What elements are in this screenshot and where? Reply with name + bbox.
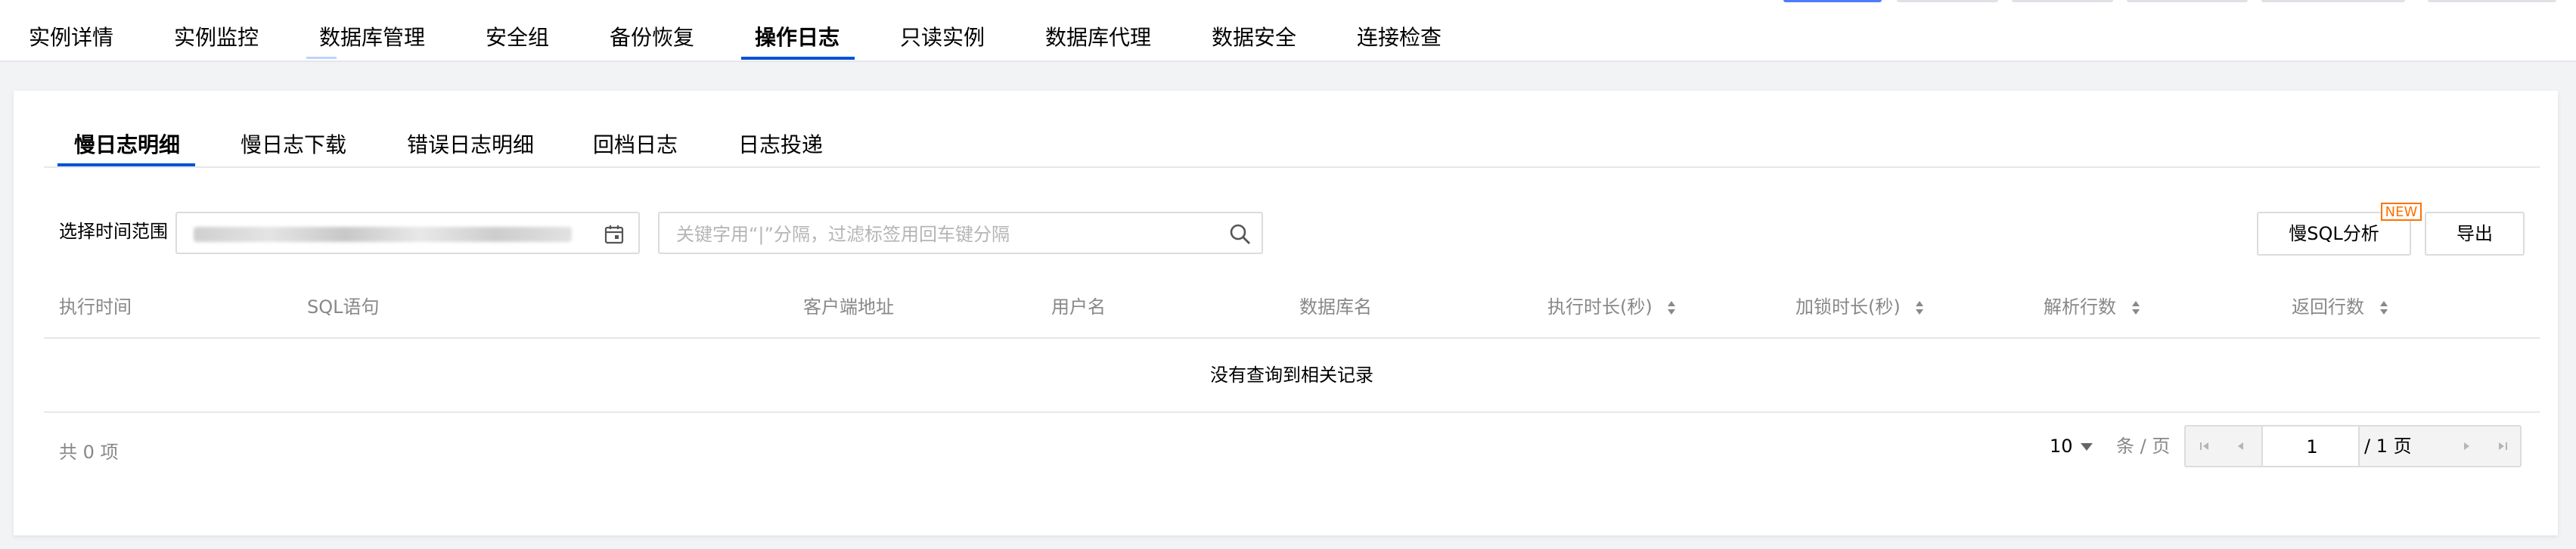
sort-icon[interactable] [1667, 299, 1676, 316]
chevron-down-icon [2080, 443, 2093, 451]
column-header-lock-time[interactable]: 加锁时长(秒) [1795, 293, 1924, 321]
keyword-search-box[interactable] [658, 212, 1263, 254]
toolbar-button-stub[interactable] [1783, 0, 1882, 2]
sort-icon[interactable] [2131, 299, 2140, 316]
column-header-exec-time: 执行时间 [59, 296, 132, 318]
sort-icon[interactable] [2379, 299, 2388, 316]
last-page-button[interactable] [2484, 426, 2522, 466]
pager: / 1 页 [2184, 425, 2522, 467]
tab-operation-log[interactable]: 操作日志 [755, 23, 840, 53]
column-header-query-time[interactable]: 执行时长(秒) [1547, 293, 1676, 321]
column-header-rows-sent[interactable]: 返回行数 [2292, 293, 2388, 321]
table-empty-row: 没有查询到相关记录 [44, 339, 2540, 413]
subtab-rollback-log[interactable]: 回档日志 [593, 130, 678, 160]
tab-hover-indicator [306, 57, 337, 59]
toolbar-button-stub[interactable] [2261, 0, 2405, 2]
first-page-icon [2200, 442, 2208, 450]
page-size-value: 10 [2050, 436, 2073, 457]
column-header-rows-examined[interactable]: 解析行数 [2044, 293, 2140, 321]
tab-readonly-instance[interactable]: 只读实例 [900, 23, 985, 53]
time-range-picker[interactable] [175, 212, 640, 254]
total-pages: / 1 页 [2364, 436, 2412, 457]
tab-connection-check[interactable]: 连接检查 [1357, 23, 1442, 53]
time-range-label: 选择时间范围 [59, 221, 168, 242]
toolbar-button-stub[interactable] [2428, 0, 2556, 2]
next-page-icon [2464, 442, 2469, 450]
tab-db-proxy[interactable]: 数据库代理 [1045, 23, 1151, 53]
column-header-label: 加锁时长(秒) [1795, 296, 1901, 318]
page-size-unit: 条 / 页 [2116, 436, 2171, 457]
column-header-label: 执行时长(秒) [1547, 296, 1653, 318]
subtab-active-indicator [57, 163, 195, 166]
tab-backup-restore[interactable]: 备份恢复 [610, 23, 694, 53]
top-nav: 实例详情 实例监控 数据库管理 安全组 备份恢复 操作日志 只读实例 数据库代理… [0, 0, 2576, 62]
column-header-db-name: 数据库名 [1299, 296, 1372, 318]
toolbar-button-stub[interactable] [2012, 0, 2113, 2]
sort-icon[interactable] [1915, 299, 1924, 316]
prev-page-button[interactable] [2222, 426, 2260, 466]
tab-security-group[interactable]: 安全组 [486, 23, 549, 53]
subtab-slow-log-download[interactable]: 慢日志下载 [241, 130, 346, 160]
page-number-input[interactable] [2263, 426, 2361, 467]
tab-active-indicator [741, 57, 855, 60]
first-page-button[interactable] [2186, 426, 2224, 466]
redacted-date-range [194, 227, 572, 242]
total-count: 共 0 项 [59, 442, 119, 463]
tab-instance-monitor[interactable]: 实例监控 [174, 23, 259, 53]
toolbar-button-stub[interactable] [2127, 0, 2248, 2]
column-header-sql: SQL语句 [307, 296, 380, 318]
slow-log-panel: 慢日志明细 慢日志下载 错误日志明细 回档日志 日志投递 选择时间范围 慢SQL… [14, 91, 2558, 535]
tab-instance-detail[interactable]: 实例详情 [29, 23, 113, 53]
table-header: 执行时间 SQL语句 客户端地址 用户名 数据库名 执行时长(秒) 加锁时长(秒… [44, 280, 2540, 339]
subtab-error-log-detail[interactable]: 错误日志明细 [407, 130, 534, 160]
log-subtabs: 慢日志明细 慢日志下载 错误日志明细 回档日志 日志投递 [44, 121, 2540, 168]
next-page-button[interactable] [2447, 426, 2485, 466]
last-page-icon [2499, 442, 2507, 450]
column-header-client-addr: 客户端地址 [803, 296, 894, 318]
empty-message: 没有查询到相关记录 [1210, 364, 1373, 386]
column-header-label: 返回行数 [2292, 296, 2364, 318]
column-header-username: 用户名 [1051, 296, 1106, 318]
tab-data-security[interactable]: 数据安全 [1212, 23, 1296, 53]
toolbar-button-stub[interactable] [1897, 0, 1998, 2]
page-number-box[interactable] [2261, 426, 2361, 467]
tab-database-manage[interactable]: 数据库管理 [319, 23, 425, 53]
export-button[interactable]: 导出 [2425, 212, 2525, 256]
new-badge: NEW [2381, 203, 2422, 221]
subtab-log-delivery[interactable]: 日志投递 [738, 130, 823, 160]
subtab-slow-log-detail[interactable]: 慢日志明细 [74, 130, 180, 160]
page-size-select[interactable]: 10 [2050, 433, 2093, 460]
search-icon[interactable] [1228, 222, 1252, 247]
column-header-label: 解析行数 [2044, 296, 2116, 318]
calendar-icon[interactable] [604, 224, 625, 245]
keyword-search-input[interactable] [675, 221, 1207, 248]
prev-page-icon [2238, 442, 2243, 450]
